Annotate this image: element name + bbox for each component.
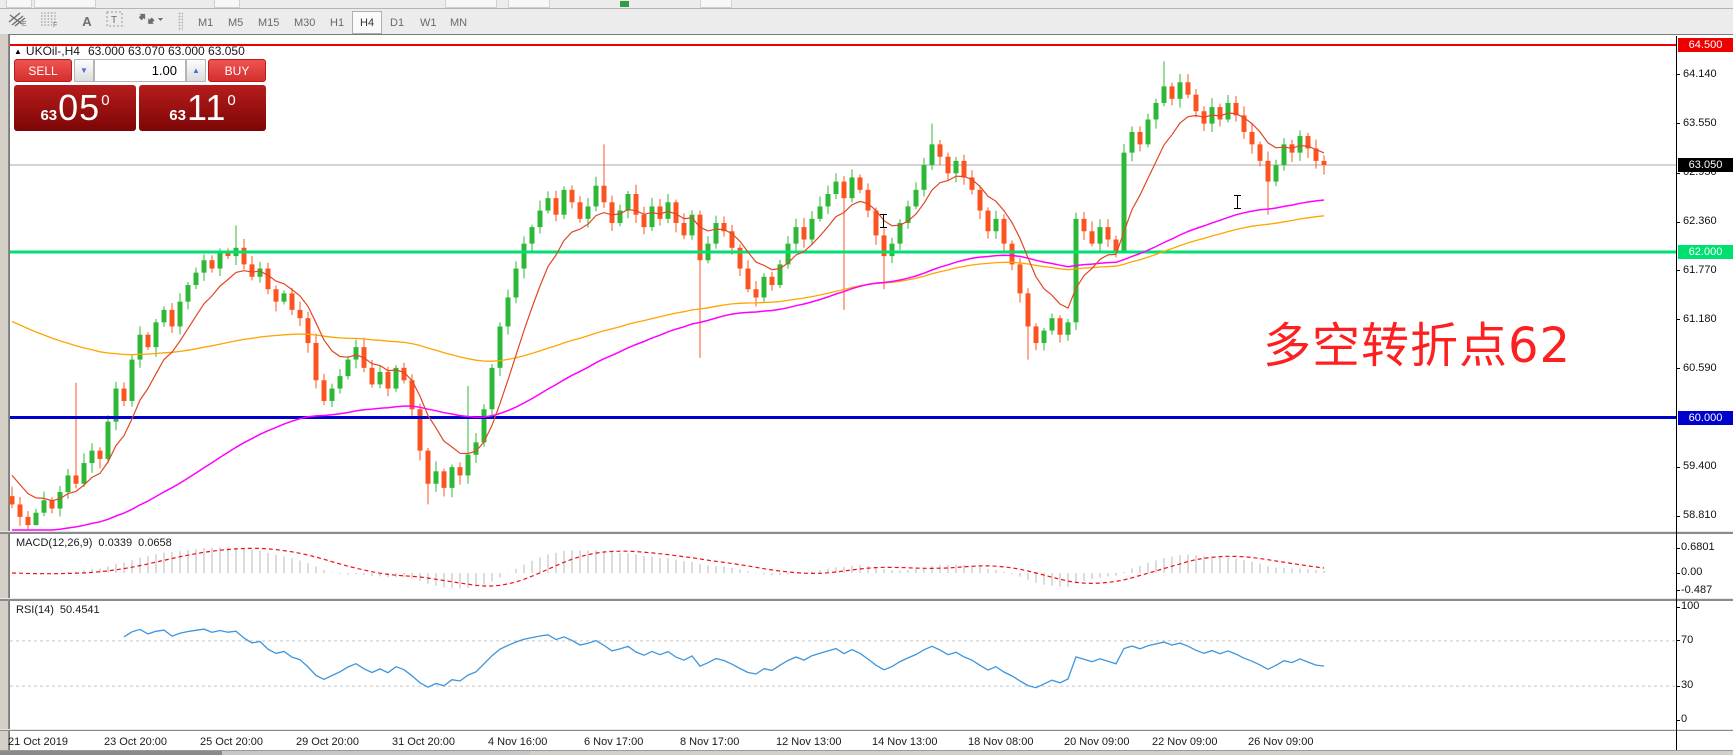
price-axis-label: 60.590 bbox=[1683, 361, 1717, 374]
symbol-ohlc-line: ▲ UKOil-,H4 63.000 63.070 63.000 63.050 bbox=[14, 44, 245, 58]
macd-tick bbox=[1676, 590, 1680, 592]
rsi-tick bbox=[1676, 606, 1680, 608]
trading-terminal: E F A T M1 M5 M15 M30 H1 H4 D1 W1 MN ▲ U… bbox=[0, 0, 1733, 755]
price-badge-64.500: 64.500 bbox=[1678, 38, 1733, 52]
rsi-value: 50.4541 bbox=[59, 604, 100, 616]
price-axis-label: 59.400 bbox=[1683, 460, 1717, 473]
rsi-tick bbox=[1676, 640, 1680, 642]
price-badge-63.050: 63.050 bbox=[1678, 158, 1733, 173]
rsi-name: RSI(14) bbox=[16, 604, 54, 616]
macd-label: MACD(12,26,9) 0.0339 0.0658 bbox=[16, 537, 178, 549]
time-axis-label: 21 Oct 2019 bbox=[8, 736, 68, 748]
fast-ma-red bbox=[11, 112, 1325, 502]
price-tick bbox=[1676, 221, 1680, 223]
time-axis-label: 26 Nov 09:00 bbox=[1248, 736, 1314, 748]
time-axis-label: 25 Oct 20:00 bbox=[200, 736, 263, 748]
price-tick bbox=[1676, 172, 1680, 174]
time-axis-label: 8 Nov 17:00 bbox=[680, 736, 740, 748]
rsi-axis-label: 30 bbox=[1681, 679, 1694, 692]
hscrollbar-track bbox=[222, 751, 530, 755]
time-axis-label: 23 Oct 20:00 bbox=[104, 736, 167, 748]
time-axis-label: 4 Nov 16:00 bbox=[488, 736, 548, 748]
macd-tick bbox=[1676, 547, 1680, 549]
time-axis-label: 29 Oct 20:00 bbox=[296, 736, 359, 748]
price-badge-62.000: 62.000 bbox=[1678, 244, 1733, 259]
macd-axis-label: -0.487 bbox=[1681, 583, 1713, 596]
price-axis-label: 61.180 bbox=[1683, 312, 1717, 325]
macd-axis-label: 0.6801 bbox=[1681, 541, 1715, 554]
chart-annotation-text: 多空转折点62 bbox=[1263, 318, 1572, 374]
bottom-window-edge bbox=[0, 750, 1733, 755]
rsi-axis-label: 70 bbox=[1681, 633, 1694, 646]
rsi-tick bbox=[1676, 685, 1680, 687]
panel-separator bbox=[0, 729, 1733, 731]
price-tick bbox=[1676, 270, 1680, 272]
time-axis-label: 14 Nov 13:00 bbox=[872, 736, 938, 748]
price-tick bbox=[1676, 368, 1680, 370]
time-axis-label: 22 Nov 09:00 bbox=[1152, 736, 1218, 748]
price-axis-label: 61.770 bbox=[1683, 263, 1717, 276]
time-axis-label: 6 Nov 17:00 bbox=[584, 736, 644, 748]
price-tick bbox=[1676, 466, 1680, 468]
one-click-trading-panel: SELL ▼ ▲ BUY 63050 63110 bbox=[14, 59, 266, 131]
rsi-axis-label: 100 bbox=[1681, 600, 1700, 612]
bid-pip: 0 bbox=[101, 92, 110, 109]
candles bbox=[9, 61, 1327, 530]
sell-button[interactable]: SELL bbox=[14, 59, 72, 82]
crosshair-cursor bbox=[1233, 195, 1242, 209]
price-tick bbox=[1676, 319, 1680, 321]
price-axis-label: 62.360 bbox=[1683, 215, 1717, 228]
macd-value-1: 0.0339 bbox=[98, 537, 133, 549]
rsi-label: RSI(14) 50.4541 bbox=[16, 604, 106, 616]
time-axis-label: 20 Nov 09:00 bbox=[1064, 736, 1130, 748]
time-axis-label: 31 Oct 20:00 bbox=[392, 736, 455, 748]
price-tick bbox=[1676, 515, 1680, 517]
time-axis-label: 18 Nov 08:00 bbox=[968, 736, 1034, 748]
ask-price-tile[interactable]: 63 11 0 bbox=[139, 85, 266, 131]
rsi-tick bbox=[1676, 719, 1680, 721]
price-axis-label: 64.140 bbox=[1683, 67, 1717, 80]
ohlc-values: 63.000 63.070 63.000 63.050 bbox=[87, 44, 245, 58]
hscrollbar-thumb[interactable] bbox=[0, 751, 222, 755]
symbol-name: UKOil-,H4 bbox=[25, 44, 80, 58]
bid-prefix: 63 bbox=[40, 107, 58, 124]
time-axis-label: 12 Nov 13:00 bbox=[776, 736, 842, 748]
volume-input[interactable] bbox=[94, 59, 186, 82]
volume-decrease-button[interactable]: ▼ bbox=[74, 59, 94, 82]
volume-increase-button[interactable]: ▲ bbox=[186, 59, 206, 82]
crosshair-cursor bbox=[879, 214, 888, 228]
buy-button[interactable]: BUY bbox=[208, 59, 266, 82]
panel-separator[interactable] bbox=[0, 531, 1733, 534]
collapse-arrow-icon[interactable]: ▲ bbox=[14, 47, 22, 56]
mid-ma-magenta bbox=[12, 199, 1325, 531]
price-tick bbox=[1676, 123, 1680, 125]
price-axis-label: 63.550 bbox=[1683, 116, 1717, 129]
ask-pip: 0 bbox=[227, 92, 236, 109]
macd-name: MACD(12,26,9) bbox=[16, 537, 93, 549]
slow-ma-orange bbox=[11, 215, 1325, 362]
bid-price-tile[interactable]: 63 05 0 bbox=[14, 85, 136, 131]
macd-value-2: 0.0658 bbox=[138, 537, 172, 549]
macd-tick bbox=[1676, 572, 1680, 574]
rsi-line bbox=[123, 628, 1325, 689]
price-axis-label: 58.810 bbox=[1683, 509, 1717, 522]
ask-prefix: 63 bbox=[169, 107, 186, 124]
price-tick bbox=[1676, 74, 1680, 76]
price-axis-border bbox=[1676, 36, 1677, 750]
rsi-axis-label: 0 bbox=[1681, 713, 1688, 725]
macd-histogram bbox=[19, 547, 1325, 589]
bid-big-digits: 05 bbox=[58, 87, 101, 128]
panel-separator[interactable] bbox=[0, 598, 1733, 601]
price-badge-60.000: 60.000 bbox=[1678, 410, 1733, 425]
ask-big-digits: 11 bbox=[186, 87, 227, 128]
macd-axis-label: 0.00 bbox=[1681, 566, 1703, 578]
